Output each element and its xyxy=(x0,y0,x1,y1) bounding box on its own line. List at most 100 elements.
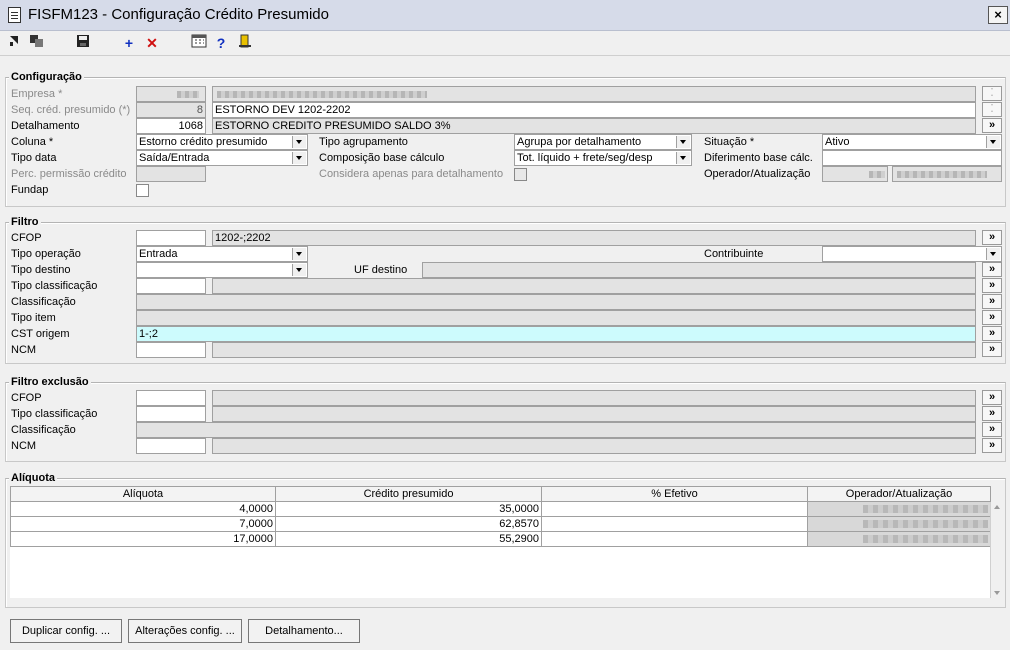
empresa-code-field xyxy=(136,86,206,102)
considera-checkbox[interactable] xyxy=(514,168,527,181)
col-aliquota[interactable]: Alíquota xyxy=(10,486,276,502)
excl-ncm-more-button[interactable]: » xyxy=(982,438,1002,453)
table-scrollbar[interactable] xyxy=(990,502,1004,598)
cell-credito[interactable]: 62,8570 xyxy=(275,516,542,532)
copy-icon[interactable] xyxy=(28,34,46,52)
ncm-more-button[interactable]: » xyxy=(982,342,1002,357)
cell-aliquota[interactable]: 4,0000 xyxy=(10,501,276,517)
excl-cfop-label: CFOP xyxy=(11,392,42,404)
save-icon[interactable] xyxy=(74,34,92,52)
situacao-value: Ativo xyxy=(825,136,850,148)
cst-field[interactable]: 1-;2 xyxy=(136,326,976,342)
filtro-title: Filtro xyxy=(9,216,41,228)
det-field[interactable]: 1068 xyxy=(136,118,206,134)
help-icon[interactable]: ? xyxy=(212,34,230,52)
tipo-item-more-button[interactable]: » xyxy=(982,310,1002,325)
tipo-item-field xyxy=(136,310,976,326)
cst-more-button[interactable]: » xyxy=(982,326,1002,341)
difer-label: Diferimento base cálc. xyxy=(704,152,813,164)
contrib-label: Contribuinte xyxy=(704,248,764,260)
tipo-dest-select[interactable] xyxy=(136,262,308,278)
chevron-down-icon[interactable] xyxy=(676,152,690,164)
cell-efetivo[interactable] xyxy=(541,501,808,517)
considera-label: Considera apenas para detalhamento xyxy=(319,168,504,180)
scroll-up-icon[interactable] xyxy=(994,505,1000,509)
table-row[interactable]: 7,0000 62,8570 xyxy=(10,516,991,532)
tipo-data-select[interactable]: Saída/Entrada xyxy=(136,150,308,166)
uf-dest-field xyxy=(422,262,976,278)
comp-label: Composição base cálculo xyxy=(319,152,445,164)
situacao-select[interactable]: Ativo xyxy=(822,134,1002,150)
tipo-item-label: Tipo item xyxy=(11,312,56,324)
chevron-down-icon[interactable] xyxy=(676,136,690,148)
excl-cfop-more-button[interactable]: » xyxy=(982,390,1002,405)
cell-credito[interactable]: 35,0000 xyxy=(275,501,542,517)
empresa-lookup-button[interactable]: ⁚ xyxy=(982,86,1002,101)
det-more-button[interactable]: » xyxy=(982,118,1002,133)
cell-aliquota[interactable]: 7,0000 xyxy=(10,516,276,532)
cell-efetivo[interactable] xyxy=(541,516,808,532)
delete-icon[interactable]: ✕ xyxy=(143,34,161,52)
col-operador[interactable]: Operador/Atualização xyxy=(807,486,991,502)
col-credito[interactable]: Crédito presumido xyxy=(275,486,542,502)
empresa-name-field xyxy=(212,86,976,102)
tipo-data-value: Saída/Entrada xyxy=(139,152,210,164)
chevron-down-icon[interactable] xyxy=(292,264,306,276)
chevron-down-icon[interactable] xyxy=(986,248,1000,260)
toggle-icon[interactable] xyxy=(6,34,24,52)
add-icon[interactable]: + xyxy=(120,34,138,52)
cfop-label: CFOP xyxy=(11,232,42,244)
table-row[interactable]: 4,0000 35,0000 xyxy=(10,501,991,517)
comp-select[interactable]: Tot. líquido + frete/seg/desp xyxy=(514,150,692,166)
contrib-select[interactable] xyxy=(822,246,1002,262)
table-row[interactable]: 17,0000 55,2900 xyxy=(10,531,991,547)
calendar-icon[interactable] xyxy=(190,34,208,52)
col-efetivo[interactable]: % Efetivo xyxy=(541,486,808,502)
tipo-class-more-button[interactable]: » xyxy=(982,278,1002,293)
perc-field xyxy=(136,166,206,182)
ncm-desc-field xyxy=(212,342,976,358)
tipo-class-label: Tipo classificação xyxy=(11,280,98,292)
ncm-field[interactable] xyxy=(136,342,206,358)
class-label: Classificação xyxy=(11,296,76,308)
cell-aliquota[interactable]: 17,0000 xyxy=(10,531,276,547)
chevron-down-icon[interactable] xyxy=(292,152,306,164)
coluna-select[interactable]: Estorno crédito presumido xyxy=(136,134,308,150)
cell-credito[interactable]: 55,2900 xyxy=(275,531,542,547)
tipo-op-select[interactable]: Entrada xyxy=(136,246,308,262)
fundap-label: Fundap xyxy=(11,184,49,196)
chevron-down-icon[interactable] xyxy=(986,136,1000,148)
duplicar-button[interactable]: Duplicar config. ... xyxy=(10,619,122,643)
alteracoes-button[interactable]: Alterações config. ... xyxy=(128,619,242,643)
class-more-button[interactable]: » xyxy=(982,294,1002,309)
scroll-down-icon[interactable] xyxy=(994,591,1000,595)
excl-tipo-class-field[interactable] xyxy=(136,406,206,422)
excl-ncm-field[interactable] xyxy=(136,438,206,454)
detalhamento-button[interactable]: Detalhamento... xyxy=(248,619,360,643)
comp-value: Tot. líquido + frete/seg/desp xyxy=(517,152,653,164)
tipo-agrup-select[interactable]: Agrupa por detalhamento xyxy=(514,134,692,150)
seq-lookup-button[interactable]: ⁚ xyxy=(982,102,1002,117)
chevron-down-icon[interactable] xyxy=(292,136,306,148)
config-title: Configuração xyxy=(9,71,84,83)
excl-class-more-button[interactable]: » xyxy=(982,422,1002,437)
cfop-field[interactable] xyxy=(136,230,206,246)
seq-desc-field[interactable]: ESTORNO DEV 1202-2202 xyxy=(212,102,976,118)
chevron-down-icon[interactable] xyxy=(292,248,306,260)
operador-code-field xyxy=(822,166,888,182)
cell-efetivo[interactable] xyxy=(541,531,808,547)
difer-field[interactable] xyxy=(822,150,1002,166)
class-field xyxy=(136,294,976,310)
operador-date-field xyxy=(892,166,1002,182)
fundap-checkbox[interactable] xyxy=(136,184,149,197)
exit-icon[interactable] xyxy=(236,34,254,52)
excl-cfop-field[interactable] xyxy=(136,390,206,406)
close-button[interactable]: × xyxy=(988,6,1008,24)
excl-tipo-class-more-button[interactable]: » xyxy=(982,406,1002,421)
aliquota-table: Alíquota Crédito presumido % Efetivo Ope… xyxy=(10,486,991,547)
tipo-dest-label: Tipo destino xyxy=(11,264,71,276)
seq-field: 8 xyxy=(136,102,206,118)
cfop-more-button[interactable]: » xyxy=(982,230,1002,245)
tipo-class-field[interactable] xyxy=(136,278,206,294)
uf-dest-more-button[interactable]: » xyxy=(982,262,1002,277)
